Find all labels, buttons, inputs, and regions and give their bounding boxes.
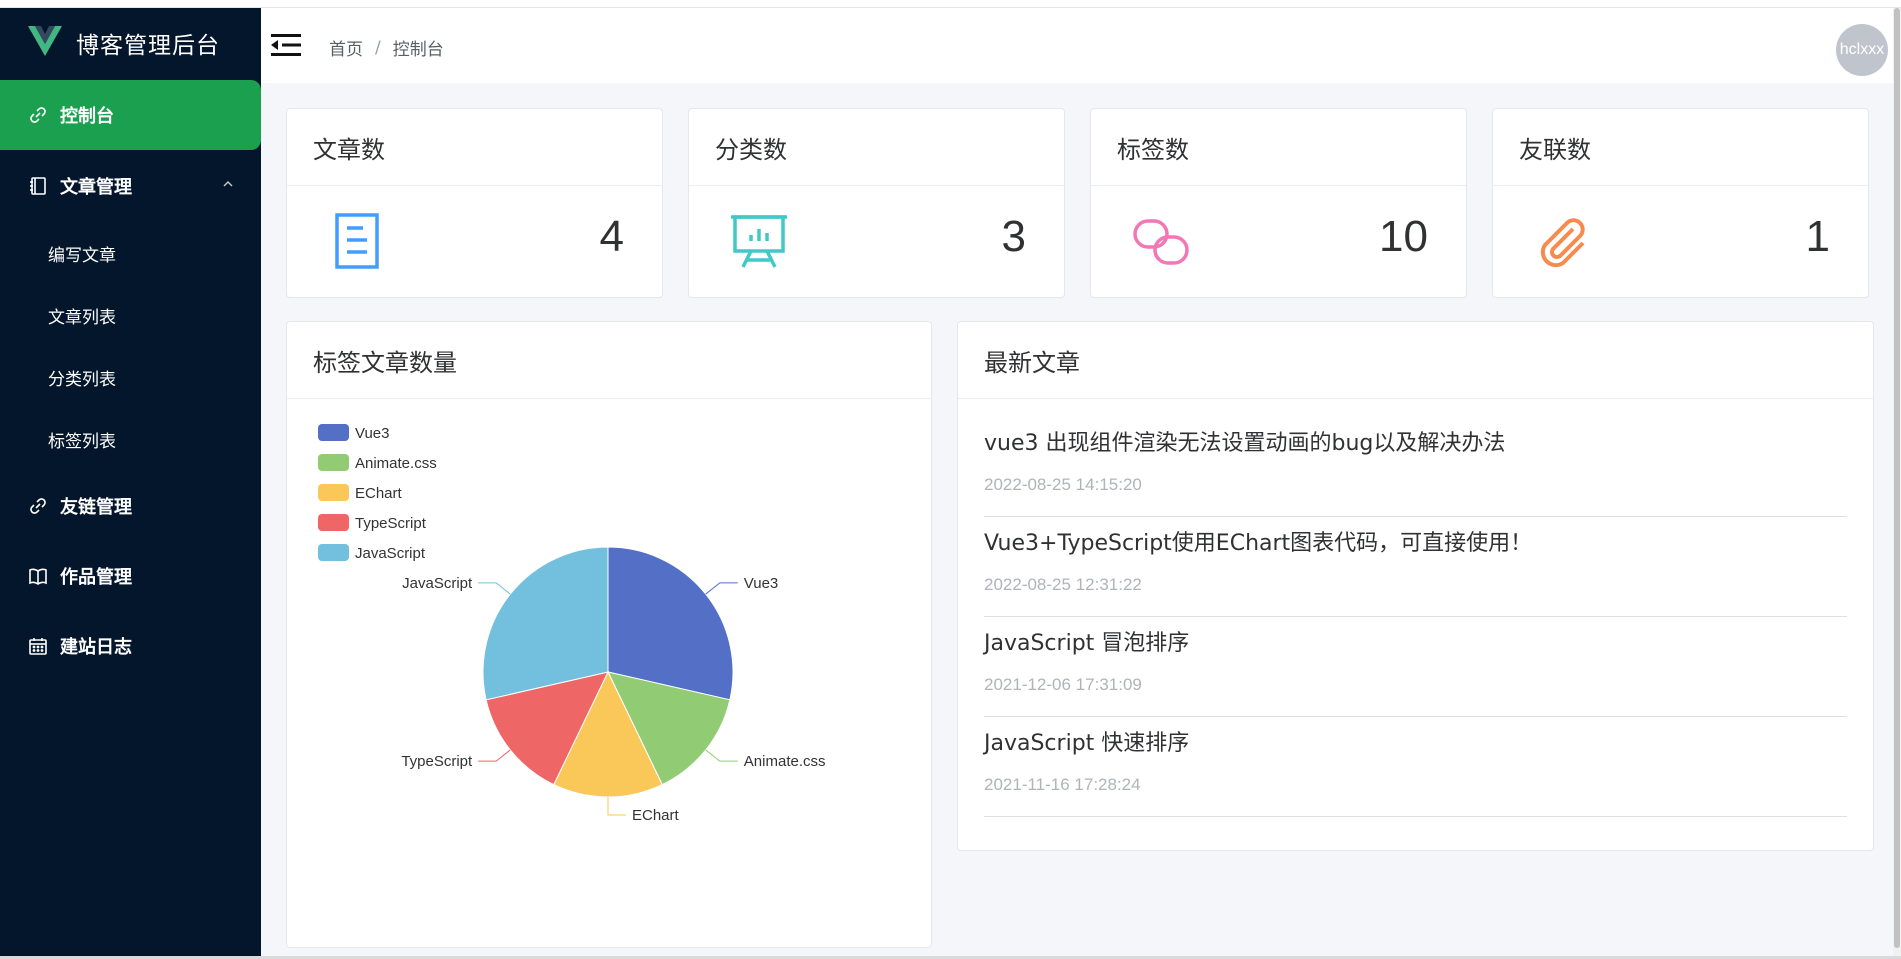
- list-item[interactable]: JavaScript 冒泡排序 2021-12-06 17:31:09: [984, 617, 1847, 717]
- list-item[interactable]: JavaScript 快速排序 2021-11-16 17:28:24: [984, 717, 1847, 817]
- sidebar-item-links[interactable]: 友链管理: [0, 471, 261, 541]
- stat-card-title: 分类数: [689, 109, 1064, 186]
- article-date: 2021-12-06 17:31:09: [984, 675, 1142, 694]
- chevron-up-icon: [223, 180, 233, 187]
- breadcrumb-current: 控制台: [392, 40, 444, 60]
- label-leader-line: [478, 749, 511, 762]
- brand-title: 博客管理后台: [76, 33, 220, 59]
- label-leader-line: [607, 797, 626, 816]
- sidebar: 博客管理后台 控制台 文章管理 编写文章 文章列表 分类列表 标签列表 友链管理: [0, 8, 261, 956]
- article-date: 2021-11-16 17:28:24: [984, 775, 1141, 794]
- legend-swatch[interactable]: [318, 514, 349, 531]
- chain-icon: [1133, 219, 1189, 265]
- stat-value: 3: [1001, 212, 1026, 261]
- sidebar-subitem-tag-list[interactable]: 标签列表: [48, 408, 116, 470]
- presentation-icon: [731, 215, 787, 268]
- stat-card-title: 友联数: [1493, 109, 1868, 186]
- stat-card-friend-links: 友联数 1: [1492, 108, 1869, 298]
- legend-label[interactable]: Animate.css: [355, 455, 437, 472]
- article-title[interactable]: JavaScript 冒泡排序: [984, 625, 1847, 657]
- stat-card-articles: 文章数 4: [286, 108, 663, 298]
- slice-label: Vue3: [744, 575, 778, 592]
- document-icon: [335, 213, 379, 269]
- legend-label[interactable]: Vue3: [355, 425, 389, 442]
- stat-value: 1: [1805, 212, 1830, 261]
- article-date: 2022-08-25 14:15:20: [984, 475, 1142, 494]
- label-leader-line: [705, 749, 738, 762]
- list-item[interactable]: vue3 出现组件渲染无法设置动画的bug以及解决办法 2022-08-25 1…: [984, 417, 1847, 517]
- slice-label: Animate.css: [744, 753, 826, 770]
- label-leader-line: [705, 582, 738, 595]
- scrollbar-thumb[interactable]: [1894, 8, 1900, 948]
- article-title[interactable]: Vue3+TypeScript使用EChart图表代码，可直接使用！: [984, 525, 1847, 557]
- sidebar-item-works[interactable]: 作品管理: [0, 541, 261, 611]
- legend-swatch[interactable]: [318, 454, 349, 471]
- sidebar-item-label: 控制台: [60, 106, 114, 127]
- stat-card-tags: 标签数 10: [1090, 108, 1467, 298]
- pie-chart: Vue3 Animate.css EChart TypeScript JavaScrip…: [318, 424, 826, 824]
- sidebar-item-site-log[interactable]: 建站日志: [0, 611, 261, 681]
- sidebar-item-articles[interactable]: 文章管理: [0, 151, 261, 221]
- slice-label: EChart: [632, 807, 680, 824]
- slice-label: TypeScript: [401, 753, 473, 770]
- notebook-icon: [28, 176, 48, 196]
- chart-card-title: 标签文章数量: [287, 322, 931, 399]
- sidebar-item-label: 建站日志: [60, 637, 132, 658]
- menu-fold-icon[interactable]: [271, 32, 301, 58]
- tag-article-chart-card: 标签文章数量 Vue3 Animate.css EChart TypeScript Ja…: [286, 321, 932, 948]
- legend-label[interactable]: EChart: [355, 485, 403, 502]
- sidebar-item-label: 文章管理: [60, 177, 132, 198]
- article-title[interactable]: JavaScript 快速排序: [984, 725, 1847, 757]
- sidebar-subitem-article-list[interactable]: 文章列表: [48, 284, 116, 346]
- legend-label[interactable]: JavaScript: [355, 545, 426, 562]
- legend-label[interactable]: TypeScript: [355, 515, 427, 532]
- news-list: vue3 出现组件渲染无法设置动画的bug以及解决办法 2022-08-25 1…: [984, 417, 1847, 817]
- sidebar-item-label: 友链管理: [60, 497, 132, 518]
- link-icon: [28, 496, 48, 516]
- stat-card-title: 文章数: [287, 109, 662, 186]
- legend-swatch[interactable]: [318, 484, 349, 501]
- slice-label: JavaScript: [402, 575, 473, 592]
- breadcrumb-home[interactable]: 首页: [329, 35, 363, 60]
- avatar[interactable]: hclxxx: [1836, 24, 1888, 76]
- latest-articles-card: 最新文章 vue3 出现组件渲染无法设置动画的bug以及解决办法 2022-08…: [957, 321, 1874, 851]
- main-content: 文章数 4 分类数 3 标签数 10 友联数 1 标签文章数量 Vue3 Ani…: [261, 83, 1901, 956]
- breadcrumb: 首页 / 控制台: [329, 35, 444, 61]
- legend-swatch[interactable]: [318, 544, 349, 561]
- list-item[interactable]: Vue3+TypeScript使用EChart图表代码，可直接使用！ 2022-…: [984, 517, 1847, 617]
- news-card-title: 最新文章: [958, 322, 1873, 399]
- stat-card-categories: 分类数 3: [688, 108, 1065, 298]
- vue-logo-icon: [28, 26, 62, 60]
- book-icon: [28, 566, 48, 586]
- sidebar-item-dashboard[interactable]: 控制台: [0, 80, 261, 150]
- app-window: 博客管理后台 控制台 文章管理 编写文章 文章列表 分类列表 标签列表 友链管理: [0, 0, 1901, 959]
- stat-value: 4: [599, 212, 624, 261]
- stat-value: 10: [1379, 212, 1428, 261]
- sidebar-subitem-write[interactable]: 编写文章: [48, 222, 116, 284]
- article-date: 2022-08-25 12:31:22: [984, 575, 1142, 594]
- brand[interactable]: 博客管理后台: [0, 8, 261, 78]
- breadcrumb-separator: /: [375, 37, 381, 58]
- header: 首页 / 控制台 hclxxx: [261, 8, 1901, 83]
- legend-swatch[interactable]: [318, 424, 349, 441]
- article-title[interactable]: vue3 出现组件渲染无法设置动画的bug以及解决办法: [984, 425, 1847, 457]
- link-icon: [28, 105, 48, 125]
- sidebar-subitem-category-list[interactable]: 分类列表: [48, 346, 116, 408]
- stat-card-title: 标签数: [1091, 109, 1466, 186]
- paperclip-icon: [1540, 218, 1585, 268]
- top-strip: [0, 0, 1901, 8]
- calendar-icon: [28, 636, 48, 656]
- label-leader-line: [478, 582, 511, 595]
- sidebar-item-label: 作品管理: [60, 567, 132, 588]
